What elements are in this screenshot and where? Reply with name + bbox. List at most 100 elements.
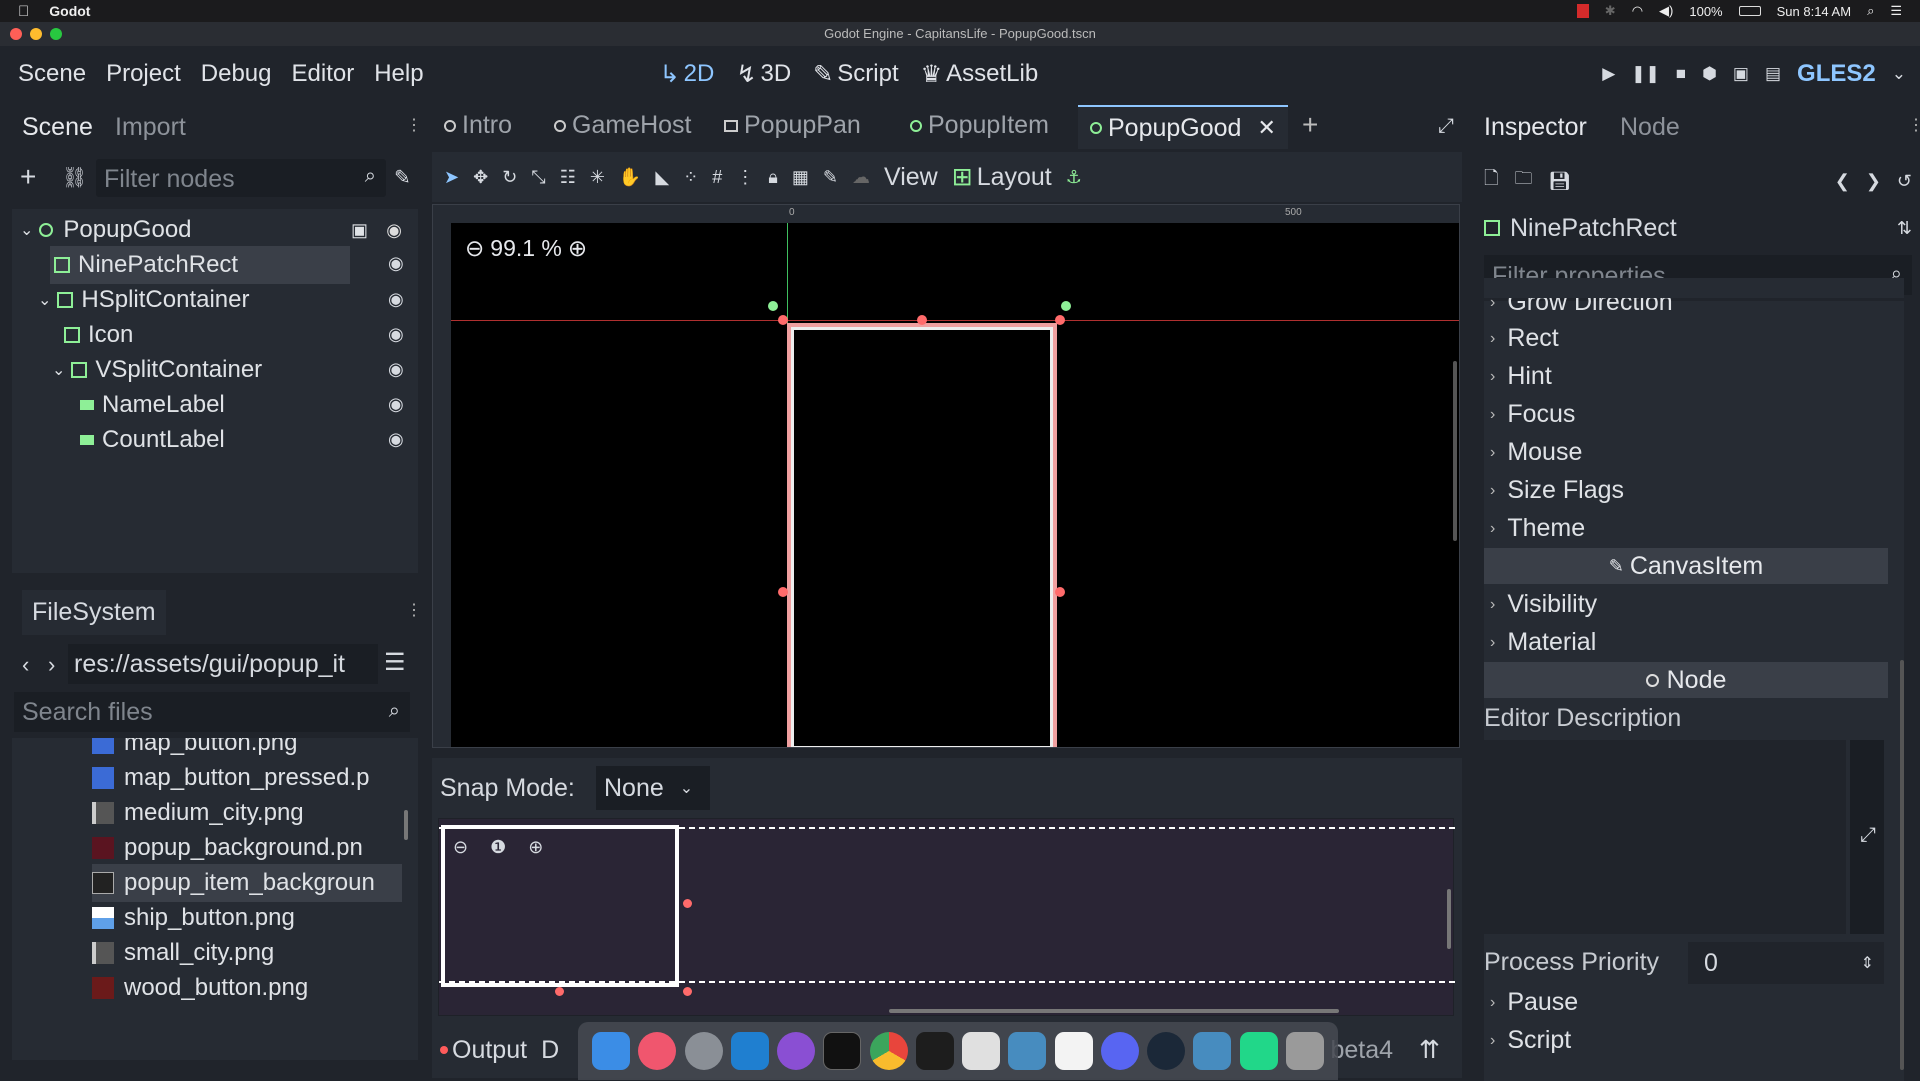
tab-popupgood[interactable]: PopupGood ✕ — [1078, 105, 1288, 149]
search-files-input[interactable]: Search files ⌕ — [14, 692, 410, 732]
editor-description-field[interactable] — [1484, 740, 1846, 934]
prop-mouse[interactable]: › Mouse — [1490, 438, 1582, 467]
prop-size-flags[interactable]: › Size Flags — [1490, 476, 1624, 505]
section-node[interactable]: Node — [1484, 662, 1888, 698]
tree-node-ninepatchrect[interactable]: NinePatchRect — [50, 246, 350, 284]
forward-icon[interactable]: › — [48, 652, 55, 678]
visibility-eye-icon[interactable]: ◉ — [388, 324, 404, 345]
workspace-3d[interactable]: ↯ 3D — [736, 60, 791, 89]
collapse-arrow-icon[interactable]: ⌄ — [20, 220, 33, 240]
tab-scene[interactable]: Scene — [22, 113, 93, 142]
prop-theme[interactable]: › Theme — [1490, 514, 1585, 543]
resize-handle[interactable] — [683, 987, 692, 996]
resize-handle[interactable] — [555, 987, 564, 996]
canvas-viewport[interactable]: 0 500 ⊖ 99.1 % ⊕ — [432, 204, 1460, 748]
renderer-label[interactable]: GLES2 — [1797, 60, 1876, 88]
zoom-in-icon[interactable]: ⊕ — [528, 837, 543, 858]
list-item[interactable]: popup_background.pn — [92, 829, 402, 867]
workspace-2d[interactable]: ↳ 2D — [660, 60, 715, 89]
terminal-icon[interactable] — [823, 1032, 862, 1070]
region-editor-canvas[interactable]: ⊖ ❶ ⊕ — [438, 818, 1455, 1016]
group-icon[interactable]: ▦ — [792, 167, 809, 188]
play-icon[interactable]: ▶ — [1602, 64, 1615, 84]
play-custom-scene-icon[interactable]: ▤ — [1765, 64, 1781, 84]
collapse-arrow-icon[interactable]: ⌄ — [52, 360, 65, 380]
control-center-icon[interactable]: ☰ — [1890, 3, 1902, 19]
app-name[interactable]: Godot — [49, 3, 90, 19]
volume-icon[interactable]: ◀) — [1659, 3, 1673, 19]
minimize-window-button[interactable] — [30, 28, 42, 40]
rotate-tool-icon[interactable]: ↻ — [502, 167, 517, 188]
wifi-icon[interactable]: ◠ — [1632, 3, 1643, 19]
menu-project[interactable]: Project — [106, 60, 181, 88]
history-forward-icon[interactable]: ❯ — [1866, 171, 1881, 192]
anchor-icon[interactable]: ⚓︎ — [1066, 167, 1082, 188]
output-tab[interactable]: Output — [440, 1036, 527, 1065]
visibility-eye-icon[interactable]: ◉ — [388, 289, 404, 310]
script-attach-icon[interactable]: ✎ — [394, 165, 411, 190]
list-item[interactable]: small_city.png — [92, 934, 402, 972]
list-item[interactable]: ship_button.png — [92, 899, 402, 937]
tree-node-namelabel[interactable]: NameLabel — [80, 386, 470, 424]
clion-icon[interactable] — [1239, 1032, 1278, 1070]
tab-node[interactable]: Node — [1620, 113, 1680, 142]
system-preferences-icon[interactable] — [684, 1032, 723, 1070]
bone-icon[interactable]: ✎ — [823, 167, 838, 188]
close-icon[interactable]: ✕ — [1257, 115, 1275, 141]
prop-script[interactable]: › Script — [1490, 1026, 1571, 1055]
list-item[interactable]: wood_button.png — [92, 969, 402, 1007]
expand-panel-icon[interactable]: ⇈ — [1419, 1035, 1440, 1065]
zoom-out-icon[interactable]: ⊖ — [453, 837, 468, 858]
dock-menu-icon[interactable]: ⋮ — [1908, 115, 1920, 135]
ninepatch-rect[interactable] — [787, 323, 1057, 747]
toggle-split-icon[interactable]: ☰ — [384, 648, 406, 677]
prop-rect[interactable]: › Rect — [1490, 324, 1559, 353]
tab-gamehost[interactable]: GameHost — [554, 111, 691, 140]
smart-snap-icon[interactable]: ⁘ — [683, 167, 698, 188]
battery-icon[interactable] — [1738, 6, 1761, 16]
tab-import[interactable]: Import — [115, 113, 186, 142]
zoom-reset-icon[interactable]: ❶ — [490, 837, 506, 858]
collapse-arrow-icon[interactable]: ⌄ — [38, 290, 51, 310]
pivot-icon[interactable]: ✳ — [590, 167, 605, 188]
visibility-icon[interactable]: ☁ — [852, 167, 870, 188]
dock-menu-icon[interactable]: ⋮ — [406, 115, 422, 135]
pan-tool-icon[interactable]: ✋ — [619, 167, 641, 188]
play-scene-icon[interactable]: ▣ — [1733, 64, 1749, 84]
anchor-handle[interactable] — [1061, 301, 1071, 311]
visibility-eye-icon[interactable]: ◉ — [388, 359, 404, 380]
more-icon[interactable]: ⋮ — [736, 167, 754, 188]
open-folder-icon[interactable]: 🗀 — [1514, 166, 1532, 196]
prop-hint[interactable]: › Hint — [1490, 362, 1552, 391]
lock-icon[interactable]: 🔒︎ — [768, 167, 778, 188]
pause-icon[interactable]: ❚❚ — [1631, 64, 1660, 84]
godot-icon[interactable] — [1008, 1032, 1047, 1070]
clock[interactable]: Sun 8:14 AM — [1777, 4, 1851, 19]
resize-handle[interactable] — [778, 315, 788, 325]
menu-debug[interactable]: Debug — [201, 60, 272, 88]
tab-intro[interactable]: Intro — [444, 111, 512, 140]
expand-editor-icon[interactable]: ⤢ — [1860, 824, 1876, 847]
chevron-down-icon[interactable]: ⌄ — [1892, 64, 1906, 84]
add-tab-icon[interactable]: + — [1302, 109, 1318, 141]
finder-icon[interactable] — [592, 1032, 631, 1070]
tree-node-vsplitcontainer[interactable]: ⌄ VSplitContainer — [52, 351, 442, 389]
remote-debug-icon[interactable]: ⬢ — [1702, 64, 1717, 84]
scrollbar[interactable] — [404, 810, 408, 840]
scene-instance-icon[interactable]: ▣ — [351, 220, 368, 241]
trash-icon[interactable] — [1285, 1032, 1324, 1070]
resize-handle[interactable] — [683, 899, 692, 908]
resize-handle[interactable] — [1055, 587, 1065, 597]
instance-scene-icon[interactable]: ⛓ — [62, 165, 87, 190]
scrollbar[interactable] — [1453, 361, 1457, 541]
anchor-handle[interactable] — [768, 301, 778, 311]
battery-percent[interactable]: 100% — [1689, 4, 1722, 19]
workspace-assetlib[interactable]: ♛ AssetLib — [921, 60, 1039, 89]
tree-node-hsplitcontainer[interactable]: ⌄ HSplitContainer — [38, 281, 428, 319]
twitch-icon[interactable] — [962, 1032, 1001, 1070]
zoom-out-icon[interactable]: ⊖ — [465, 235, 484, 262]
path-field[interactable]: res://assets/gui/popup_it — [68, 644, 378, 684]
stop-icon[interactable]: ■ — [1676, 64, 1686, 84]
back-icon[interactable]: ‹ — [22, 652, 29, 678]
filter-nodes-input[interactable]: Filter nodes ⌕ — [96, 159, 386, 197]
